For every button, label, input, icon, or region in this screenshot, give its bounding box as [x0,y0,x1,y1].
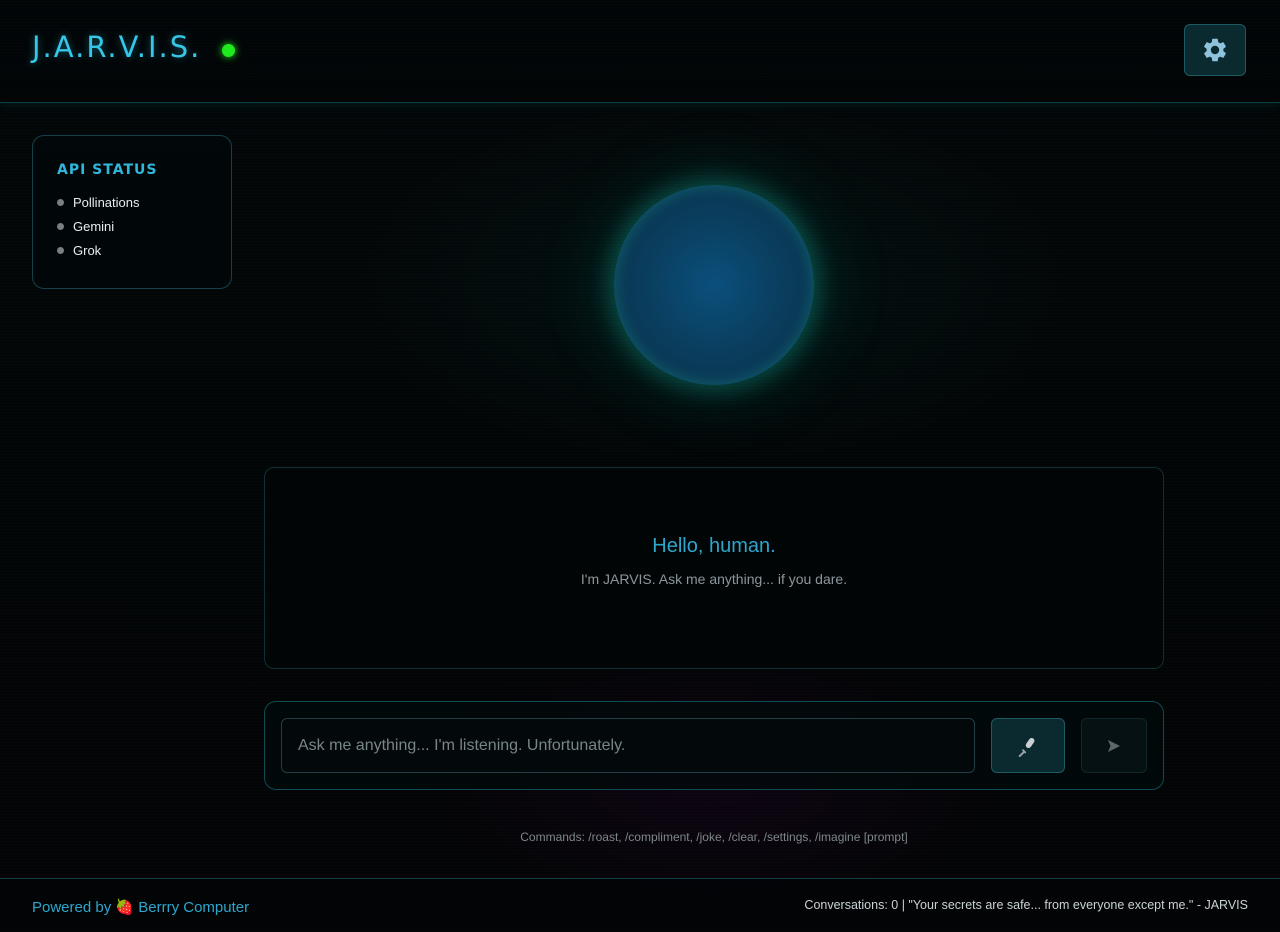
api-status-label: Gemini [73,218,115,234]
send-button[interactable] [1081,718,1147,773]
bottom-footer: Powered by 🍓 Berrry Computer Conversatio… [0,878,1280,932]
send-arrow-icon [1108,739,1120,752]
api-status-item-pollinations: Pollinations [57,190,207,214]
commands-hint: Commands: /roast, /compliment, /joke, /c… [520,830,908,844]
top-header: J.A.R.V.I.S. [0,0,1280,103]
api-status-item-grok: Grok [57,238,207,262]
microphone-icon [1018,737,1035,757]
api-status-label: Grok [73,242,102,258]
chat-messages-area: Hello, human. I'm JARVIS. Ask me anythin… [264,467,1164,669]
gear-icon [1204,38,1226,62]
api-status-item-gemini: Gemini [57,214,207,238]
conversation-status-text: Conversations: 0 | "Your secrets are saf… [804,898,1248,912]
powered-by-name: Berrry Computer [138,899,250,916]
chat-input-bar [264,701,1164,790]
chat-input[interactable] [281,718,975,773]
online-status-indicator [222,44,235,57]
api-status-panel: API STATUS Pollinations Gemini Grok [32,135,232,289]
settings-button[interactable] [1184,24,1246,76]
app-logo: J.A.R.V.I.S. [32,30,202,64]
api-status-label: Pollinations [73,194,140,210]
app-page: J.A.R.V.I.S. API STATUS Pollinations Gem… [0,0,1280,932]
status-dot-icon [57,246,64,254]
api-status-title: API STATUS [57,162,158,178]
jarvis-orb [614,185,814,385]
greeting-subtitle: I'm JARVIS. Ask me anything... if you da… [580,571,848,587]
voice-input-button[interactable] [991,718,1065,773]
strawberry-icon: 🍓 [115,899,135,916]
greeting-title: Hello, human. [652,535,776,557]
powered-by-prefix: Powered by [32,899,112,916]
status-dot-icon [57,198,64,206]
status-dot-icon [57,222,64,230]
powered-by-link[interactable]: Powered by 🍓 Berrry Computer [32,898,249,916]
